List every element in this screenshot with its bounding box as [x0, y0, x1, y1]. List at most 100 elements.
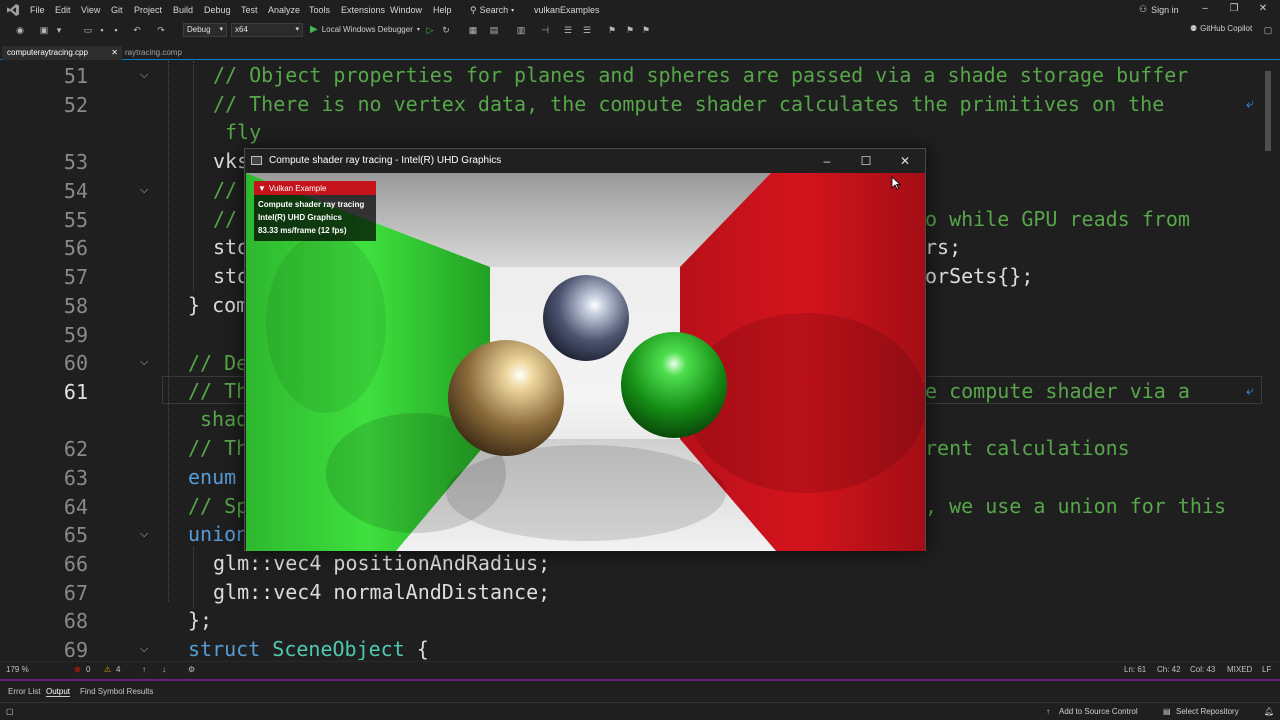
menu-extensions[interactable]: Extensions	[341, 5, 385, 15]
menu-tools[interactable]: Tools	[309, 5, 330, 15]
code-line: union	[188, 522, 249, 546]
indent-guide	[168, 61, 169, 601]
line-endings-mode[interactable]: MIXED	[1227, 665, 1252, 674]
menu-git[interactable]: Git	[111, 5, 123, 15]
keyword-struct: struct	[188, 637, 261, 660]
play-icon: ▶	[310, 24, 318, 35]
redo-icon[interactable]: ↷	[155, 24, 167, 36]
editor-status-row: 179 % ⊗ 0 ⚠ 4 ↑ ↓ ⚙ Ln: 61 Ch: 42 Col: 4…	[0, 661, 1280, 677]
vulkan-app-window[interactable]: Compute shader ray tracing - Intel(R) UH…	[244, 148, 926, 551]
line-number: 51	[63, 64, 88, 88]
menu-project[interactable]: Project	[134, 5, 162, 15]
zoom-level[interactable]: 179 %	[6, 665, 29, 674]
menu-file[interactable]: File	[30, 5, 45, 15]
search-button[interactable]: ⚲ Search ▾	[470, 4, 514, 16]
fold-chevron-icon[interactable]: ⌵	[140, 184, 148, 197]
fold-chevron-icon[interactable]: ⌵	[140, 528, 148, 541]
step-icon[interactable]: ⊣	[539, 24, 551, 36]
warning-icon[interactable]: ⚠	[104, 665, 111, 674]
fold-chevron-icon[interactable]: ⌵	[140, 356, 148, 369]
menu-help[interactable]: Help	[433, 5, 452, 15]
overlay-header[interactable]: ▼ Vulkan Example	[254, 181, 376, 195]
github-copilot-button[interactable]: ⚉ GitHub Copilot	[1190, 24, 1252, 33]
tab-find-symbol-results[interactable]: Find Symbol Results	[80, 687, 153, 696]
indent-icon[interactable]: ☰	[581, 24, 593, 36]
menu-build[interactable]: Build	[173, 5, 193, 15]
start-debugger-button[interactable]: ▶ Local Windows Debugger ▾	[310, 24, 420, 35]
line-number: 64	[63, 495, 88, 519]
sign-in-button[interactable]: ⚇ Sign in	[1139, 4, 1179, 15]
line-number: 60	[63, 351, 88, 375]
menu-bar: File Edit View Git Project Build Debug T…	[0, 0, 1280, 20]
diagnostics-icon[interactable]: ▦	[467, 24, 479, 36]
select-repository-button[interactable]: Select Repository	[1176, 707, 1239, 716]
restore-icon[interactable]: ❐	[1227, 3, 1241, 17]
line-number: 66	[63, 552, 88, 576]
configuration-value: Debug	[187, 25, 211, 34]
code-line: } com	[188, 293, 249, 317]
minimize-icon[interactable]: –	[1198, 3, 1212, 17]
line-number: 56	[63, 236, 88, 260]
bookmark-prev-icon[interactable]: ⚑	[624, 24, 636, 36]
navigate-back-icon[interactable]: ◉	[14, 24, 26, 36]
close-icon[interactable]: ✕	[895, 152, 915, 170]
tab-output[interactable]: Output	[46, 687, 71, 697]
error-icon[interactable]: ⊗	[74, 665, 81, 674]
code-cleanup-icon[interactable]: ⚙	[188, 665, 195, 674]
open-folder-icon[interactable]: ▭	[82, 24, 94, 36]
notifications-icon[interactable]: 🔔︎	[1264, 707, 1274, 716]
format-icon[interactable]: ☰	[562, 24, 574, 36]
code-line: glm::vec4 positionAndRadius;	[213, 551, 551, 575]
layout-icon[interactable]: ▤	[488, 24, 500, 36]
sphere-green	[621, 332, 727, 438]
code-line: enum	[188, 465, 249, 489]
overlay-line-title: Compute shader ray tracing	[258, 200, 365, 209]
save-all-icon[interactable]: ▪	[110, 24, 122, 36]
comment-icon[interactable]: ▥	[515, 24, 527, 36]
tab-error-list[interactable]: Error List	[8, 687, 40, 696]
ready-icon: ▢	[6, 707, 14, 716]
minimize-icon[interactable]: –	[817, 152, 837, 170]
add-source-control-button[interactable]: Add to Source Control	[1059, 707, 1138, 716]
visual-studio-logo-icon[interactable]	[6, 3, 20, 17]
platform-select[interactable]: x64 ▾	[231, 23, 303, 37]
bookmark-icon[interactable]: ⚑	[606, 24, 618, 36]
menu-debug[interactable]: Debug	[204, 5, 231, 15]
eol-type[interactable]: LF	[1262, 665, 1271, 674]
code-line: // Object properties for planes and sphe…	[213, 63, 1189, 87]
line-number: 52	[63, 93, 88, 117]
dropdown-icon[interactable]: ▾	[53, 24, 65, 36]
menu-window[interactable]: Window	[390, 5, 422, 15]
fold-chevron-icon[interactable]: ⌵	[140, 69, 148, 82]
maximize-icon[interactable]: ☐	[856, 152, 876, 170]
menu-analyze[interactable]: Analyze	[268, 5, 300, 15]
new-project-icon[interactable]: ▣	[38, 24, 50, 36]
tab-raytracing-comp[interactable]: raytracing.comp	[120, 46, 192, 60]
copilot-icon: ⚉	[1190, 24, 1198, 33]
save-icon[interactable]: ▪	[96, 24, 108, 36]
tab-computeraytracing-cpp[interactable]: computeraytracing.cpp ✕	[2, 46, 122, 60]
configuration-select[interactable]: Debug ▾	[183, 23, 227, 37]
arrow-up-icon[interactable]: ↑	[142, 665, 146, 674]
hot-reload-icon[interactable]: ↻	[440, 24, 452, 36]
repository-icon: ▤	[1163, 707, 1171, 716]
bookmark-next-icon[interactable]: ⚑	[640, 24, 652, 36]
window-titlebar[interactable]: Compute shader ray tracing - Intel(R) UH…	[245, 149, 925, 173]
mouse-cursor-icon	[891, 176, 901, 190]
arrow-down-icon[interactable]: ↓	[162, 665, 166, 674]
feedback-icon[interactable]: ▢	[1262, 24, 1274, 36]
start-without-debugging-icon[interactable]: ▷	[424, 24, 436, 36]
vertical-scrollbar[interactable]	[1262, 61, 1274, 660]
menu-test[interactable]: Test	[241, 5, 258, 15]
undo-icon[interactable]: ↶	[131, 24, 143, 36]
fold-chevron-icon[interactable]: ⌵	[140, 643, 148, 656]
tab-close-icon[interactable]: ✕	[111, 48, 118, 57]
code-fragment: rs;	[925, 235, 962, 259]
scrollbar-thumb[interactable]	[1265, 71, 1271, 151]
close-icon[interactable]: ✕	[1256, 3, 1270, 17]
menu-edit[interactable]: Edit	[55, 5, 71, 15]
vulkan-ui-overlay[interactable]: ▼ Vulkan Example Compute shader ray trac…	[254, 181, 376, 241]
code-fragment: orSets{};	[925, 264, 1034, 288]
code-fragment: , we use a union for this	[925, 494, 1227, 518]
menu-view[interactable]: View	[81, 5, 100, 15]
